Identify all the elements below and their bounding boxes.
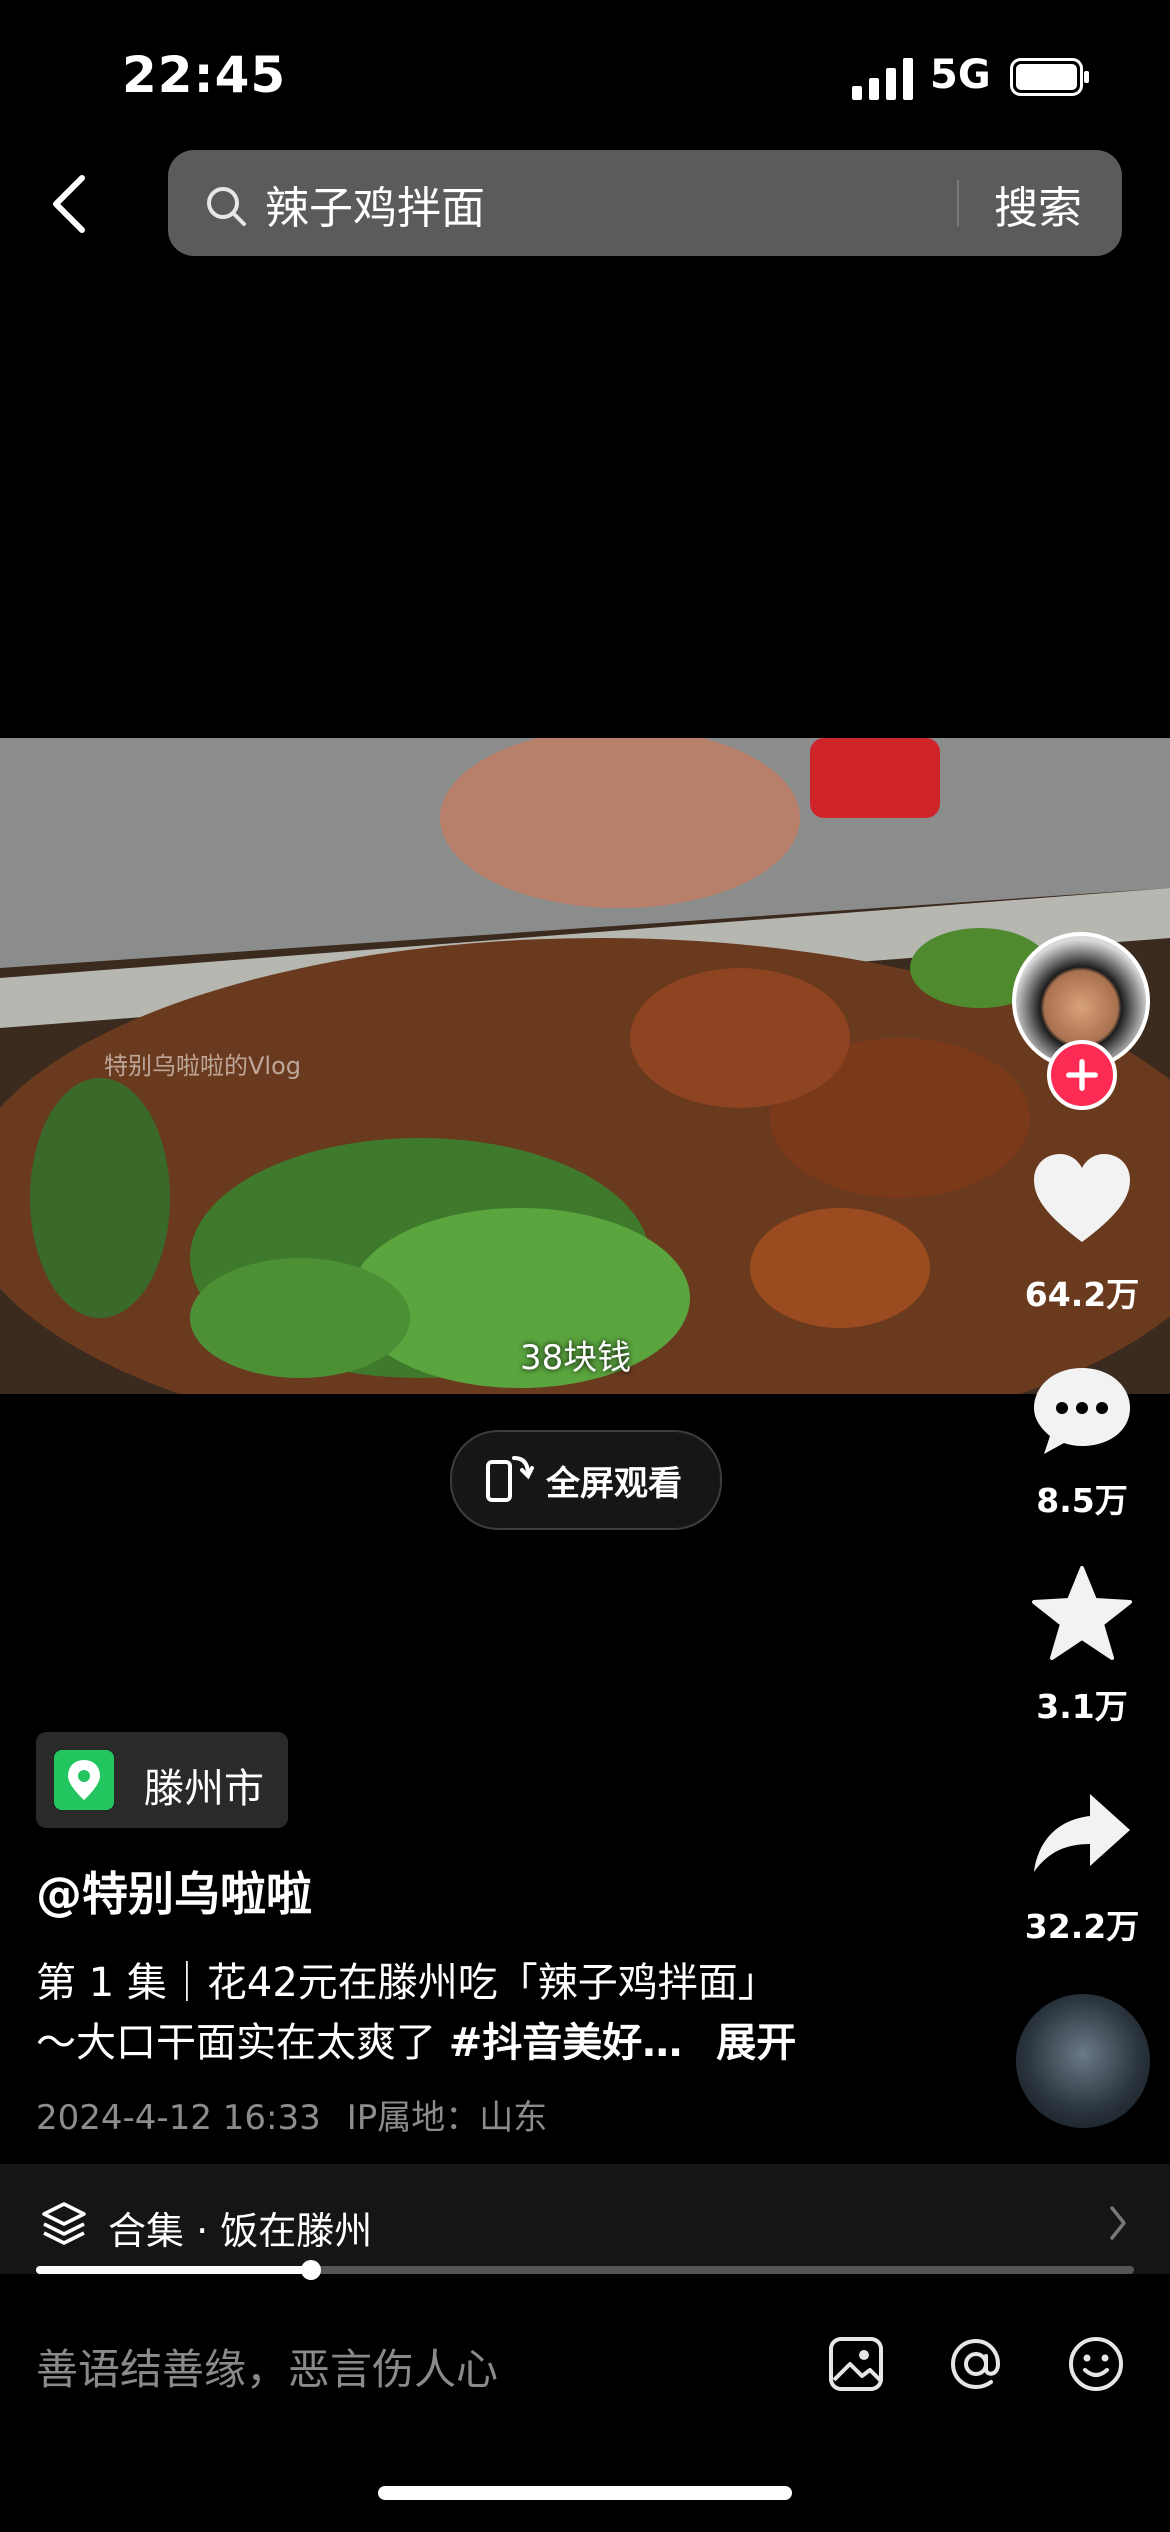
description-text: ～大口干面实在太爽了 <box>36 2020 449 2066</box>
follow-plus-icon[interactable] <box>1047 1040 1117 1110</box>
expand-button[interactable]: 展开 <box>716 2020 796 2066</box>
share-arrow-icon[interactable] <box>1030 1786 1134 1882</box>
post-meta: 2024-4-12 16:33 IP属地：山东 <box>36 2090 547 2139</box>
video-progress-fill <box>36 2266 311 2274</box>
chevron-right-icon <box>1110 2206 1126 2240</box>
search-divider <box>957 180 959 226</box>
music-disc-avatar[interactable] <box>1016 1994 1150 2128</box>
description-line-1: 第 1 集｜花42元在滕州吃「辣子鸡拌面」 <box>36 1960 778 2006</box>
author-name[interactable]: @特别乌啦啦 <box>36 1858 312 1924</box>
search-input[interactable]: 辣子鸡拌面 <box>265 172 485 236</box>
hashtag-link[interactable]: #抖音美好… <box>449 2020 683 2066</box>
collection-label: 合集 · 饭在滕州 <box>108 2209 373 2253</box>
comment-icon[interactable] <box>1030 1362 1134 1458</box>
video-watermark: 特别乌啦啦的Vlog <box>104 1052 302 1080</box>
home-indicator[interactable] <box>378 2486 792 2500</box>
layers-icon <box>42 2202 86 2245</box>
status-time: 22:45 <box>122 46 287 104</box>
rotate-screen-icon <box>486 1456 534 1502</box>
location-label: 滕州市 <box>144 1766 264 1812</box>
signal-icon <box>852 58 913 100</box>
comment-input[interactable]: 善语结善缘，恶言伤人心 <box>36 2336 498 2397</box>
search-button[interactable]: 搜索 <box>994 172 1082 236</box>
post-date: 2024-4-12 16:33 <box>36 2098 321 2138</box>
like-heart-icon[interactable] <box>1030 1152 1134 1248</box>
search-icon <box>207 187 246 226</box>
at-mention-icon[interactable] <box>946 2334 1006 2394</box>
description-line-2: ～大口干面实在太爽了 #抖音美好… 展开 <box>36 2010 796 2068</box>
emoji-icon[interactable] <box>1066 2334 1126 2394</box>
video-progress-knob[interactable] <box>301 2260 321 2280</box>
favorite-star-icon[interactable] <box>1030 1566 1134 1662</box>
fullscreen-label: 全屏观看 <box>546 1464 682 1504</box>
ip-location: IP属地：山东 <box>346 2098 548 2138</box>
comment-count: 8.5万 <box>1036 1481 1128 1520</box>
network-type: 5G <box>930 52 991 98</box>
battery-icon <box>1010 58 1089 96</box>
favorite-count: 3.1万 <box>1036 1687 1128 1726</box>
like-count: 64.2万 <box>1024 1275 1140 1314</box>
back-icon[interactable] <box>44 172 96 236</box>
video-caption: 38块钱 <box>520 1338 632 1378</box>
image-icon[interactable] <box>826 2334 886 2394</box>
share-count: 32.2万 <box>1024 1907 1140 1946</box>
location-pin-icon <box>54 1750 114 1810</box>
